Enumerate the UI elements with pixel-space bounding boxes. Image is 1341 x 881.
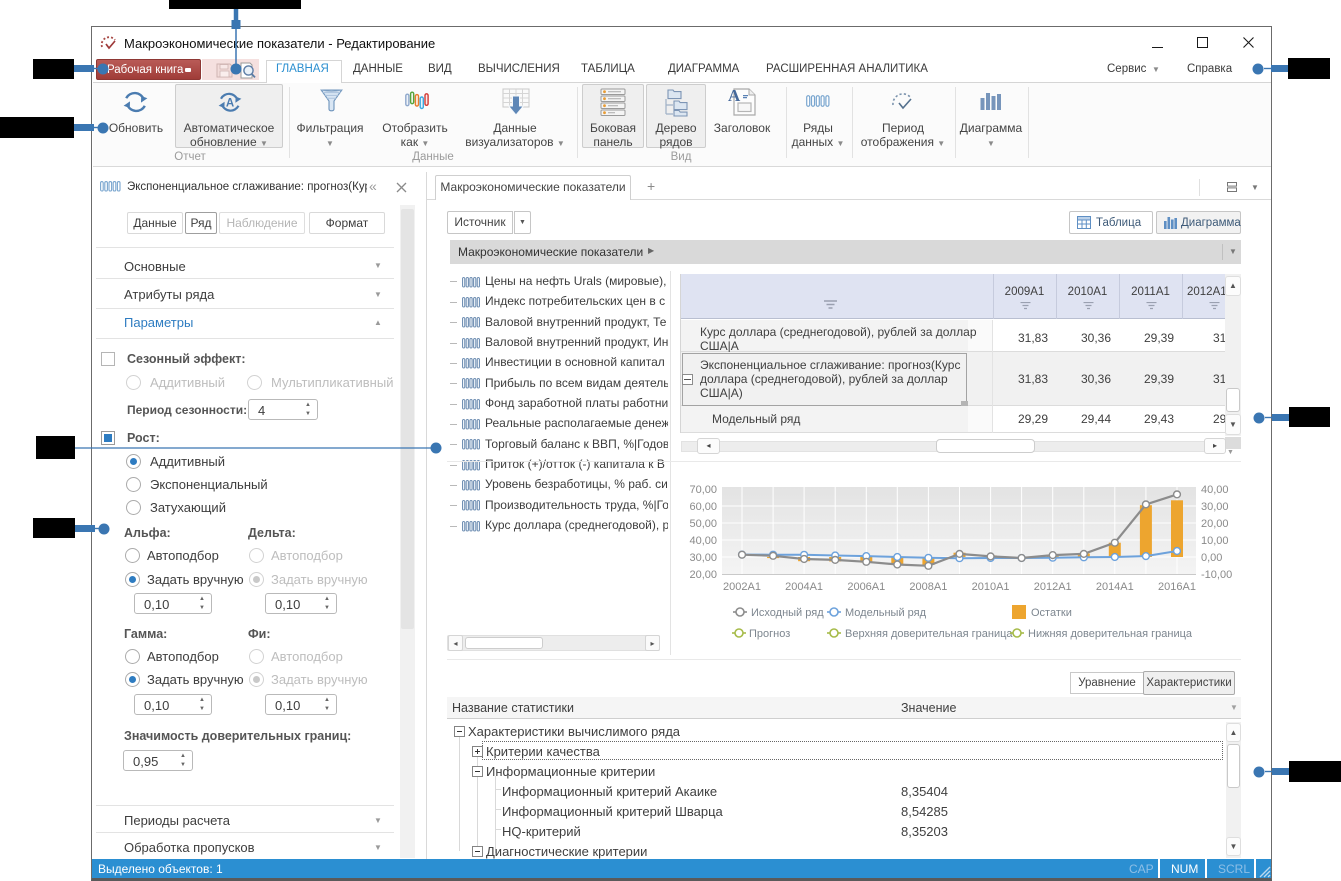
svg-text:20,00: 20,00 [1201,518,1229,530]
svg-text:20,00: 20,00 [689,569,717,581]
svg-text:10,00: 10,00 [1201,535,1229,547]
svg-text:Исходный ряд: Исходный ряд [751,607,824,619]
svg-text:-10,00: -10,00 [1201,569,1232,581]
svg-text:Остатки: Остатки [1031,607,1072,619]
svg-text:2014A1: 2014A1 [1096,581,1134,593]
svg-text:30,00: 30,00 [1201,501,1229,513]
svg-text:40,00: 40,00 [1201,484,1229,496]
svg-text:Модельный ряд: Модельный ряд [845,607,927,619]
svg-text:2002A1: 2002A1 [723,581,761,593]
svg-text:2010A1: 2010A1 [972,581,1010,593]
svg-text:60,00: 60,00 [689,501,717,513]
svg-text:Верхняя доверительная граница: Верхняя доверительная граница [845,628,1013,640]
svg-text:40,00: 40,00 [689,535,717,547]
svg-text:2012A1: 2012A1 [1034,581,1072,593]
svg-text:2008A1: 2008A1 [909,581,947,593]
svg-text:A: A [226,98,234,110]
svg-text:2004A1: 2004A1 [785,581,823,593]
svg-text:A: A [728,87,741,105]
svg-text:Нижняя доверительная граница: Нижняя доверительная граница [1028,628,1193,640]
svg-text:30,00: 30,00 [689,552,717,564]
svg-text:2016A1: 2016A1 [1158,581,1196,593]
svg-text:Прогноз: Прогноз [749,628,790,640]
svg-text:50,00: 50,00 [689,518,717,530]
svg-text:2006A1: 2006A1 [847,581,885,593]
svg-text:0,00: 0,00 [1201,552,1222,564]
svg-text:70,00: 70,00 [689,484,717,496]
